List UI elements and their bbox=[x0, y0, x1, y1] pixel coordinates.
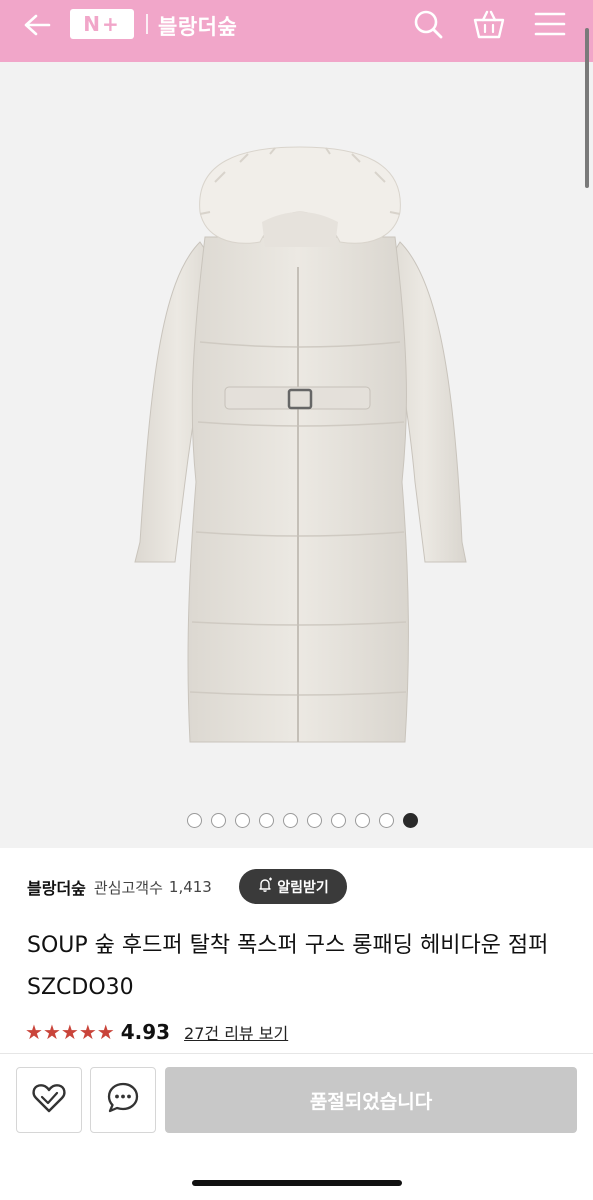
notify-button-label: 알림받기 bbox=[277, 879, 329, 896]
star-icon: ★ bbox=[42, 1020, 61, 1044]
carousel-dot[interactable] bbox=[355, 812, 370, 828]
naver-plus-logo[interactable]: N+ bbox=[70, 9, 134, 39]
image-carousel-dots bbox=[0, 811, 593, 829]
star-icon: ★ bbox=[78, 1020, 97, 1044]
home-indicator bbox=[192, 1180, 402, 1186]
rating-value: 4.93 bbox=[120, 1020, 171, 1044]
rating-row: ★ ★ ★ ★ ★ 4.93 27건 리뷰 보기 bbox=[25, 1018, 288, 1046]
rating-stars: ★ ★ ★ ★ ★ bbox=[25, 1022, 115, 1042]
carousel-dot[interactable] bbox=[283, 812, 298, 828]
star-icon: ★ bbox=[25, 1020, 43, 1044]
store-info-row: 블랑더숲 관심고객수 1,413 bbox=[27, 870, 212, 904]
scrollbar[interactable] bbox=[585, 28, 589, 188]
product-title: SOUP 숲 후드퍼 탈착 폭스퍼 구스 롱패딩 헤비다운 점퍼 SZCDO30 bbox=[27, 933, 549, 1000]
follower-count: 1,413 bbox=[168, 878, 212, 896]
carousel-dot[interactable] bbox=[403, 812, 418, 828]
shopping-bag-icon[interactable] bbox=[471, 6, 507, 42]
bell-plus-icon bbox=[257, 877, 273, 897]
soldout-button[interactable]: 품절되었습니다 bbox=[165, 1067, 577, 1133]
carousel-dot[interactable] bbox=[307, 812, 322, 828]
chat-bubble-icon bbox=[106, 1081, 140, 1119]
logo-text: N+ bbox=[83, 12, 121, 36]
carousel-dot[interactable] bbox=[187, 812, 202, 828]
carousel-dot[interactable] bbox=[235, 812, 250, 828]
carousel-dot[interactable] bbox=[211, 812, 226, 828]
review-link[interactable]: 27건 리뷰 보기 bbox=[184, 1020, 288, 1044]
heart-icon bbox=[31, 1082, 67, 1118]
carousel-dot[interactable] bbox=[379, 812, 394, 828]
back-arrow-icon[interactable] bbox=[20, 8, 54, 42]
coat-illustration bbox=[134, 146, 467, 743]
menu-icon[interactable] bbox=[532, 6, 568, 42]
star-icon: ★ bbox=[96, 1020, 115, 1044]
carousel-dot[interactable] bbox=[331, 812, 346, 828]
star-icon: ★ bbox=[60, 1020, 79, 1044]
header-divider bbox=[146, 14, 148, 34]
top-navigation-bar: N+ 블랑더숲 bbox=[0, 0, 593, 62]
search-icon[interactable] bbox=[410, 6, 446, 42]
store-name[interactable]: 블랑더숲 bbox=[27, 875, 86, 899]
wishlist-button[interactable] bbox=[16, 1067, 82, 1133]
store-title[interactable]: 블랑더숲 bbox=[158, 11, 237, 41]
product-image[interactable] bbox=[0, 62, 593, 848]
follower-label: 관심고객수 bbox=[93, 878, 163, 897]
carousel-dot[interactable] bbox=[259, 812, 274, 828]
chat-button[interactable] bbox=[90, 1067, 156, 1133]
notify-button[interactable]: 알림받기 bbox=[239, 869, 347, 904]
